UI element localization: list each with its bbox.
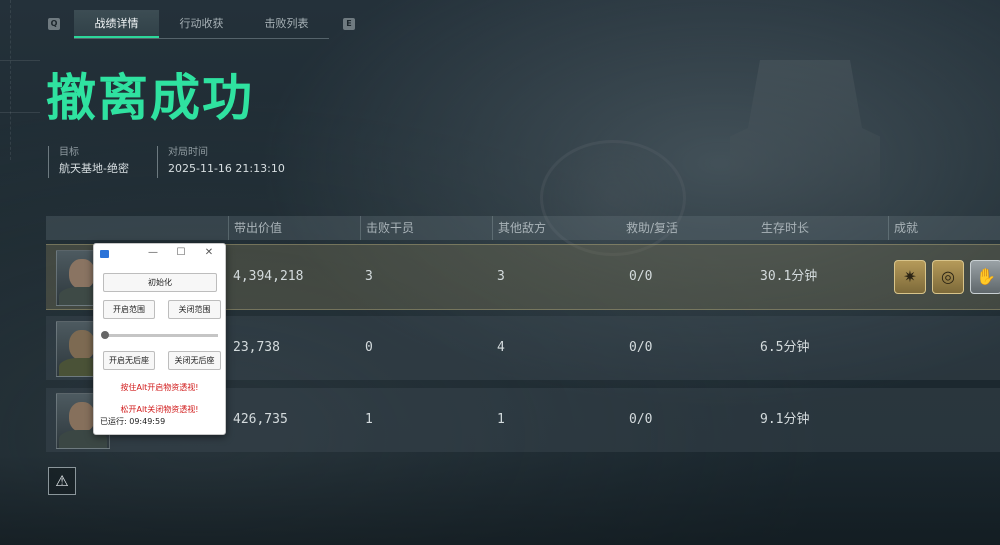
close-norecoil-button[interactable]: 关闭无后座 xyxy=(168,351,221,370)
hint-close-text: 松开Alt关闭物资透视! xyxy=(120,405,199,414)
achievement-badges: ✷ ◎ ✋ xyxy=(894,260,1000,294)
other-enemies: 4 xyxy=(497,340,505,355)
tab-action-loot[interactable]: 行动收获 xyxy=(159,10,244,37)
maximize-icon[interactable]: ☐ xyxy=(174,247,188,258)
window-titlebar[interactable]: — ☐ ✕ xyxy=(94,244,225,264)
time-label: 对局时间 xyxy=(167,147,208,158)
q-key-icon[interactable]: Q xyxy=(48,18,60,30)
tabs: 战绩详情 行动收获 击败列表 xyxy=(74,9,329,39)
background-tower xyxy=(730,60,880,230)
sun-badge-icon[interactable]: ✷ xyxy=(894,260,926,294)
decorative-grid xyxy=(10,0,41,160)
other-enemies: 3 xyxy=(497,269,505,284)
stats-table: 带出价值 击败干员 其他敌方 救助/复活 生存时长 成就 4,394,218 3… xyxy=(46,216,1000,452)
background-shade xyxy=(0,455,1000,545)
target-value: 航天基地-绝密 xyxy=(59,162,129,175)
runtime-status: 已运行: 09:49:59 xyxy=(100,417,166,426)
close-range-button[interactable]: 关闭范围 xyxy=(168,300,221,319)
warning-icon[interactable]: ⚠ xyxy=(48,467,76,495)
target-label: 目标 xyxy=(59,147,79,158)
decorative-line xyxy=(0,60,40,61)
extracted-value: 4,394,218 xyxy=(233,269,304,284)
decorative-line xyxy=(0,112,40,113)
table-header: 带出价值 击败干员 其他敌方 救助/复活 生存时长 成就 xyxy=(46,216,1000,240)
hand-badge-icon[interactable]: ✋ xyxy=(970,260,1000,294)
rescue-revive: 0/0 xyxy=(629,412,653,427)
target-info: 目标 航天基地-绝密 xyxy=(48,146,129,178)
open-norecoil-button[interactable]: 开启无后座 xyxy=(103,351,155,370)
open-range-button[interactable]: 开启范围 xyxy=(103,300,155,319)
extracted-value: 23,738 xyxy=(233,340,280,355)
close-icon[interactable]: ✕ xyxy=(202,247,216,258)
minimize-icon[interactable]: — xyxy=(146,247,160,258)
range-slider-track[interactable] xyxy=(104,334,218,337)
overlay-window: — ☐ ✕ 初始化 开启范围 关闭范围 开启无后座 关闭无后座 按住Alt开启物… xyxy=(93,243,226,435)
header-achievements: 成就 xyxy=(888,216,918,240)
header-other-enemies: 其他敌方 xyxy=(492,216,546,240)
coin-badge-icon[interactable]: ◎ xyxy=(932,260,964,294)
extracted-value: 426,735 xyxy=(233,412,288,427)
time-value: 2025-11-16 21:13:10 xyxy=(167,162,285,175)
result-title: 撤离成功 xyxy=(46,69,254,127)
range-slider-thumb[interactable] xyxy=(101,331,109,339)
survival-time: 9.1分钟 xyxy=(760,412,810,427)
init-button[interactable]: 初始化 xyxy=(103,273,217,292)
app-icon xyxy=(100,250,109,258)
time-info: 对局时间 2025-11-16 21:13:10 xyxy=(156,146,285,178)
match-meta: 目标 航天基地-绝密 对局时间 2025-11-16 21:13:10 xyxy=(48,146,313,178)
survival-time: 6.5分钟 xyxy=(760,340,810,355)
rescue-revive: 0/0 xyxy=(629,269,653,284)
tab-battle-details[interactable]: 战绩详情 xyxy=(74,9,159,38)
header-survival-time: 生存时长 xyxy=(761,221,810,235)
tab-bar: Q 战绩详情 行动收获 击败列表 E xyxy=(48,9,355,39)
header-extracted-value: 带出价值 xyxy=(228,216,282,240)
tab-defeat-list[interactable]: 击败列表 xyxy=(244,10,329,37)
operators-defeated: 0 xyxy=(365,340,373,355)
e-key-icon[interactable]: E xyxy=(343,18,355,30)
rescue-revive: 0/0 xyxy=(629,340,653,355)
operators-defeated: 3 xyxy=(365,269,373,284)
hint-open-text: 按住Alt开启物资透视! xyxy=(120,383,199,392)
operators-defeated: 1 xyxy=(365,412,373,427)
survival-time: 30.1分钟 xyxy=(760,269,818,284)
header-rescue-revive: 救助/复活 xyxy=(626,221,679,235)
other-enemies: 1 xyxy=(497,412,505,427)
header-operators-defeated: 击败干员 xyxy=(360,216,414,240)
